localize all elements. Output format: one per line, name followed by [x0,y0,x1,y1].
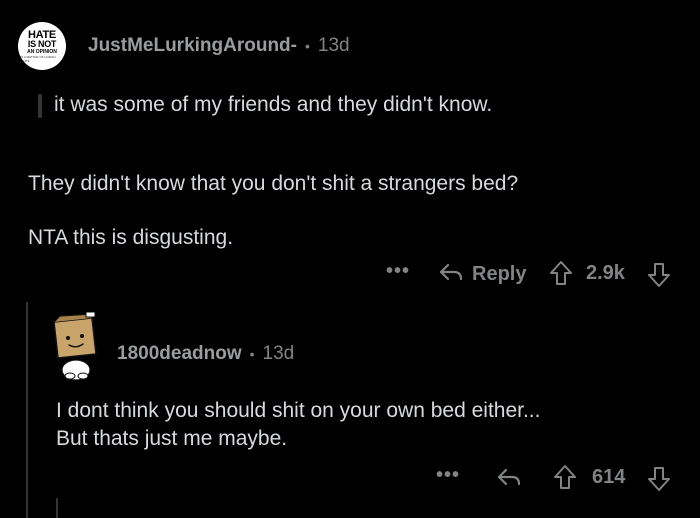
avatar-text-line1: HATE [28,28,56,41]
reply-arrow-icon [438,259,464,290]
comment-age: 13d [262,343,295,364]
downvote-icon[interactable] [646,261,672,294]
meta-separator: • [249,346,255,362]
comment-paragraph: I dont think you should shit on your own… [56,399,541,422]
comment-paragraph: NTA this is disgusting. [28,226,234,249]
comment-header: 1800deadnow • 13d [117,343,294,365]
comment-paragraph: They didn't know that you don't shit a s… [28,172,519,195]
comment-username[interactable]: JustMeLurkingAround- [88,35,297,57]
quote-bar [38,94,42,118]
downvote-icon[interactable] [646,465,672,498]
vote-score: 2.9k [586,262,625,284]
meta-separator: • [305,38,310,54]
reply-arrow-icon [497,468,521,486]
cardboard-box-avatar-icon[interactable] [48,311,102,381]
comment-username[interactable]: 1800deadnow [117,343,242,365]
quoted-text: it was some of my friends and they didn'… [54,93,493,116]
more-options-button[interactable]: ••• [386,260,410,283]
upvote-icon[interactable] [552,463,578,496]
reply-label: Reply [472,263,527,285]
more-options-button[interactable]: ••• [436,464,460,487]
thread-line[interactable] [56,498,58,518]
reply-button[interactable] [496,464,522,495]
comment-header: JustMeLurkingAround- • 13d [88,35,350,57]
reply-button[interactable]: Reply [438,259,526,290]
avatar-text-line2: IS NOT [27,38,57,49]
user-avatar[interactable]: HATE IS NOT AN OPINION IT'S A MATTER OF … [18,22,66,70]
comment-age: 13d [317,35,350,56]
comment-paragraph: But thats just me maybe. [56,427,288,450]
upvote-icon[interactable] [548,259,574,292]
avatar-text-line4: IT'S A MATTER OF HUMAN RIGHTS [18,54,56,63]
thread-line[interactable] [26,302,28,518]
vote-score: 614 [592,466,626,488]
